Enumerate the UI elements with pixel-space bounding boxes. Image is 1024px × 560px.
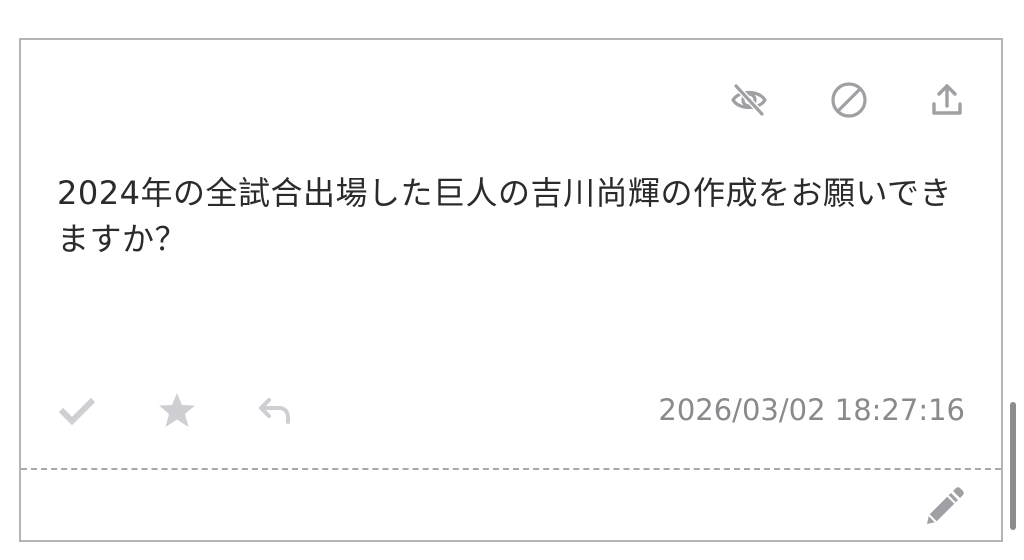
block-icon[interactable] [829, 80, 869, 120]
check-icon[interactable] [57, 390, 97, 430]
question-card: 2024年の全試合出場した巨人の吉川尚輝の作成をお願いできますか？ 2026/0… [19, 38, 1003, 542]
divider [21, 468, 1001, 470]
question-text: 2024年の全試合出場した巨人の吉川尚輝の作成をお願いできますか？ [57, 174, 952, 258]
share-upload-icon[interactable] [927, 80, 967, 120]
reply-icon[interactable] [255, 390, 295, 430]
star-icon[interactable] [157, 390, 197, 430]
scrollbar[interactable] [1010, 402, 1016, 530]
timestamp: 2026/03/02 18:27:16 [658, 393, 965, 427]
eye-off-icon[interactable] [729, 80, 769, 120]
pencil-icon[interactable] [921, 486, 965, 530]
